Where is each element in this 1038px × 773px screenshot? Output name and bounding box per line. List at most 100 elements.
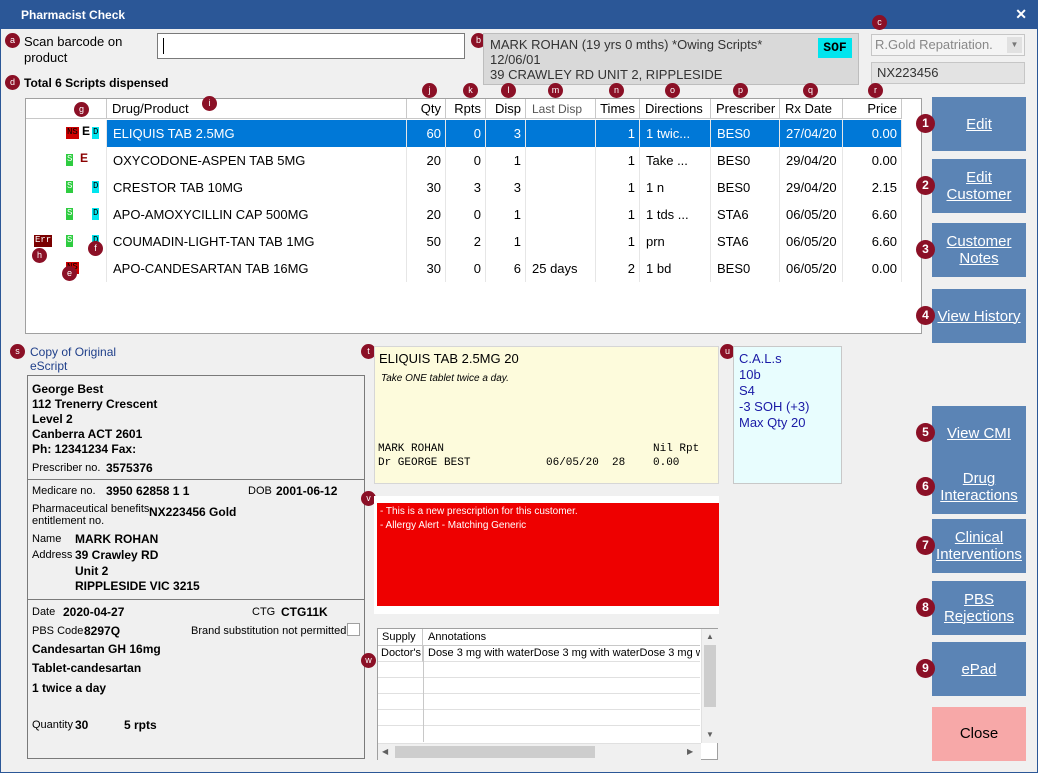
cell-price[interactable]: 0.00 xyxy=(843,120,902,147)
cell-disp[interactable]: 3 xyxy=(486,120,526,147)
cell-prescriber[interactable]: STA6 xyxy=(711,228,780,255)
column-header-directions[interactable]: Directions xyxy=(640,99,711,119)
cell-last-disp[interactable] xyxy=(526,147,596,174)
table-row[interactable]: S D APO-AMOXYCILLIN CAP 500MG 20 0 1 1 1 tds ..… xyxy=(26,201,902,228)
cell-prescriber[interactable]: BES0 xyxy=(711,147,780,174)
column-header-qty[interactable]: Qty xyxy=(407,99,446,119)
button-edit[interactable]: Edit xyxy=(932,97,1026,151)
tab-copy-of-original-escript[interactable]: Copy of Original eScript xyxy=(30,345,153,377)
cell-rpts[interactable]: 0 xyxy=(446,201,486,228)
cell-rpts[interactable]: 0 xyxy=(446,120,486,147)
cell-disp[interactable]: 1 xyxy=(486,228,526,255)
brand-substitution-checkbox[interactable] xyxy=(347,623,360,636)
cell-times[interactable]: 1 xyxy=(596,120,640,147)
cell-price[interactable]: 2.15 xyxy=(843,174,902,201)
column-header-rx-date[interactable]: Rx Date xyxy=(780,99,843,119)
cell-qty[interactable]: 50 xyxy=(407,228,446,255)
chevron-down-icon[interactable]: ▼ xyxy=(1007,37,1022,53)
scroll-down-icon[interactable]: ▼ xyxy=(706,730,714,739)
column-header-price[interactable]: Price xyxy=(843,99,902,119)
cell-disp[interactable]: 6 xyxy=(486,255,526,282)
cell-disp[interactable]: 1 xyxy=(486,201,526,228)
cell-rx-date[interactable]: 06/05/20 xyxy=(780,255,843,282)
cell-price[interactable]: 0.00 xyxy=(843,255,902,282)
cell-disp[interactable]: 1 xyxy=(486,147,526,174)
cell-prescriber[interactable]: BES0 xyxy=(711,120,780,147)
cell-directions[interactable]: prn xyxy=(640,228,711,255)
cell-directions[interactable]: 1 bd xyxy=(640,255,711,282)
column-header-annotations[interactable]: Annotations xyxy=(423,629,700,646)
cell-drug[interactable]: COUMADIN-LIGHT-TAN TAB 1MG xyxy=(107,228,407,255)
cell-prescriber[interactable]: STA6 xyxy=(711,201,780,228)
table-row[interactable]: Err S D COUMADIN-LIGHT-TAN TAB 1MG 50 2 1 1 prn S… xyxy=(26,228,902,255)
button-view-cmi[interactable]: View CMI xyxy=(932,406,1026,460)
table-row[interactable]: S D CRESTOR TAB 10MG 30 3 3 1 1 n BES0 29/04/20 2.… xyxy=(26,174,902,201)
cell-rx-date[interactable]: 06/05/20 xyxy=(780,201,843,228)
horizontal-scrollbar[interactable]: ◀ ▶ xyxy=(378,743,701,760)
cell-prescriber[interactable]: BES0 xyxy=(711,255,780,282)
cell-last-disp[interactable] xyxy=(526,201,596,228)
cell-rpts[interactable]: 3 xyxy=(446,174,486,201)
button-clinical-interventions[interactable]: Clinical Interventions xyxy=(932,519,1026,573)
cell-times[interactable]: 1 xyxy=(596,147,640,174)
cell-directions[interactable]: 1 tds ... xyxy=(640,201,711,228)
button-pbs-rejections[interactable]: PBS Rejections xyxy=(932,581,1026,635)
table-row[interactable]: S E OXYCODONE-ASPEN TAB 5MG 20 0 1 1 Take ... BE… xyxy=(26,147,902,174)
column-header-drug[interactable]: Drug/Product xyxy=(107,99,407,119)
button-edit-customer[interactable]: Edit Customer xyxy=(932,159,1026,213)
cell-last-disp[interactable] xyxy=(526,120,596,147)
cell-directions[interactable]: Take ... xyxy=(640,147,711,174)
cell-last-disp[interactable]: 25 days xyxy=(526,255,596,282)
cell-rx-date[interactable]: 06/05/20 xyxy=(780,228,843,255)
cell-price[interactable]: 0.00 xyxy=(843,147,902,174)
button-view-history[interactable]: View History xyxy=(932,289,1026,343)
column-header-supply[interactable]: Supply xyxy=(378,629,423,646)
cell-times[interactable]: 1 xyxy=(596,174,640,201)
cell-price[interactable]: 6.60 xyxy=(843,201,902,228)
close-icon[interactable]: ✕ xyxy=(1015,6,1027,23)
button-drug-interactions[interactable]: Drug Interactions xyxy=(932,460,1026,514)
scan-barcode-input[interactable] xyxy=(157,33,465,59)
cell-rx-date[interactable]: 27/04/20 xyxy=(780,120,843,147)
cell-directions[interactable]: 1 n xyxy=(640,174,711,201)
cell-last-disp[interactable] xyxy=(526,174,596,201)
column-header-last-disp[interactable]: Last Disp xyxy=(526,99,596,119)
column-header-disp[interactable]: Disp xyxy=(486,99,526,119)
close-button[interactable]: Close xyxy=(932,707,1026,761)
button-epad[interactable]: ePad xyxy=(932,642,1026,696)
table-row[interactable]: NS E D ELIQUIS TAB 2.5MG 60 0 3 1 1 twic... BES0 2… xyxy=(26,120,902,147)
cell-last-disp[interactable] xyxy=(526,228,596,255)
scroll-up-icon[interactable]: ▲ xyxy=(706,632,714,641)
cell-times[interactable]: 1 xyxy=(596,228,640,255)
cell-disp[interactable]: 3 xyxy=(486,174,526,201)
column-header-prescriber[interactable]: Prescriber xyxy=(711,99,780,119)
scrollbar-thumb[interactable] xyxy=(395,746,595,758)
cell-qty[interactable]: 30 xyxy=(407,255,446,282)
cell-qty[interactable]: 60 xyxy=(407,120,446,147)
cell-rpts[interactable]: 2 xyxy=(446,228,486,255)
cell-drug[interactable]: CRESTOR TAB 10MG xyxy=(107,174,407,201)
column-header-rpts[interactable]: Rpts xyxy=(446,99,486,119)
cell-times[interactable]: 1 xyxy=(596,201,640,228)
table-row[interactable]: NSAPO-CANDESARTAN TAB 16MG300625 days21 … xyxy=(26,255,902,282)
cell-rx-date[interactable]: 29/04/20 xyxy=(780,174,843,201)
cell-rpts[interactable]: 0 xyxy=(446,147,486,174)
cell-drug[interactable]: APO-CANDESARTAN TAB 16MG xyxy=(107,255,407,282)
vertical-scrollbar[interactable]: ▲ ▼ xyxy=(701,629,718,743)
column-header-times[interactable]: Times xyxy=(596,99,640,119)
cell-drug[interactable]: ELIQUIS TAB 2.5MG xyxy=(107,120,407,147)
annotation-supply-cell[interactable]: Doctor's xyxy=(378,646,423,662)
cell-prescriber[interactable]: BES0 xyxy=(711,174,780,201)
cell-drug[interactable]: OXYCODONE-ASPEN TAB 5MG xyxy=(107,147,407,174)
scroll-right-icon[interactable]: ▶ xyxy=(687,747,693,756)
cell-drug[interactable]: APO-AMOXYCILLIN CAP 500MG xyxy=(107,201,407,228)
doctor-dropdown[interactable]: R.Gold Repatriation. ▼ xyxy=(871,34,1025,56)
scroll-left-icon[interactable]: ◀ xyxy=(382,747,388,756)
cell-times[interactable]: 2 xyxy=(596,255,640,282)
scrollbar-thumb[interactable] xyxy=(704,645,716,707)
cell-qty[interactable]: 20 xyxy=(407,147,446,174)
button-customer-notes[interactable]: Customer Notes xyxy=(932,223,1026,277)
cell-directions[interactable]: 1 twic... xyxy=(640,120,711,147)
annotation-text-cell[interactable]: Dose 3 mg with waterDose 3 mg with water… xyxy=(423,646,700,662)
cell-rx-date[interactable]: 29/04/20 xyxy=(780,147,843,174)
